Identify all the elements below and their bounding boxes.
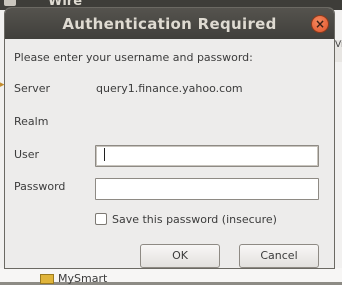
- folder-icon: [40, 274, 54, 284]
- text-caret: [104, 148, 105, 161]
- server-label: Server: [14, 82, 51, 95]
- save-password-label[interactable]: Save this password (insecure): [112, 213, 277, 226]
- realm-label: Realm: [14, 115, 49, 128]
- password-input[interactable]: [95, 178, 319, 200]
- server-value: query1.finance.yahoo.com: [96, 82, 243, 95]
- cancel-button[interactable]: Cancel: [239, 244, 319, 268]
- dialog-title: Authentication Required: [62, 15, 277, 33]
- user-input[interactable]: [95, 145, 319, 167]
- authentication-dialog: Authentication Required × Please enter y…: [5, 8, 334, 268]
- app-icon: [4, 0, 16, 6]
- dialog-prompt: Please enter your username and password:: [14, 51, 253, 64]
- save-password-checkbox[interactable]: [95, 213, 107, 225]
- password-label: Password: [14, 180, 66, 193]
- close-icon[interactable]: ×: [311, 15, 329, 33]
- background-tab[interactable]: Vi: [334, 40, 342, 62]
- user-label: User: [14, 148, 40, 161]
- dialog-titlebar[interactable]: Authentication Required ×: [5, 8, 334, 39]
- tree-item-label[interactable]: MySmart: [58, 272, 107, 285]
- ok-button[interactable]: OK: [140, 244, 220, 268]
